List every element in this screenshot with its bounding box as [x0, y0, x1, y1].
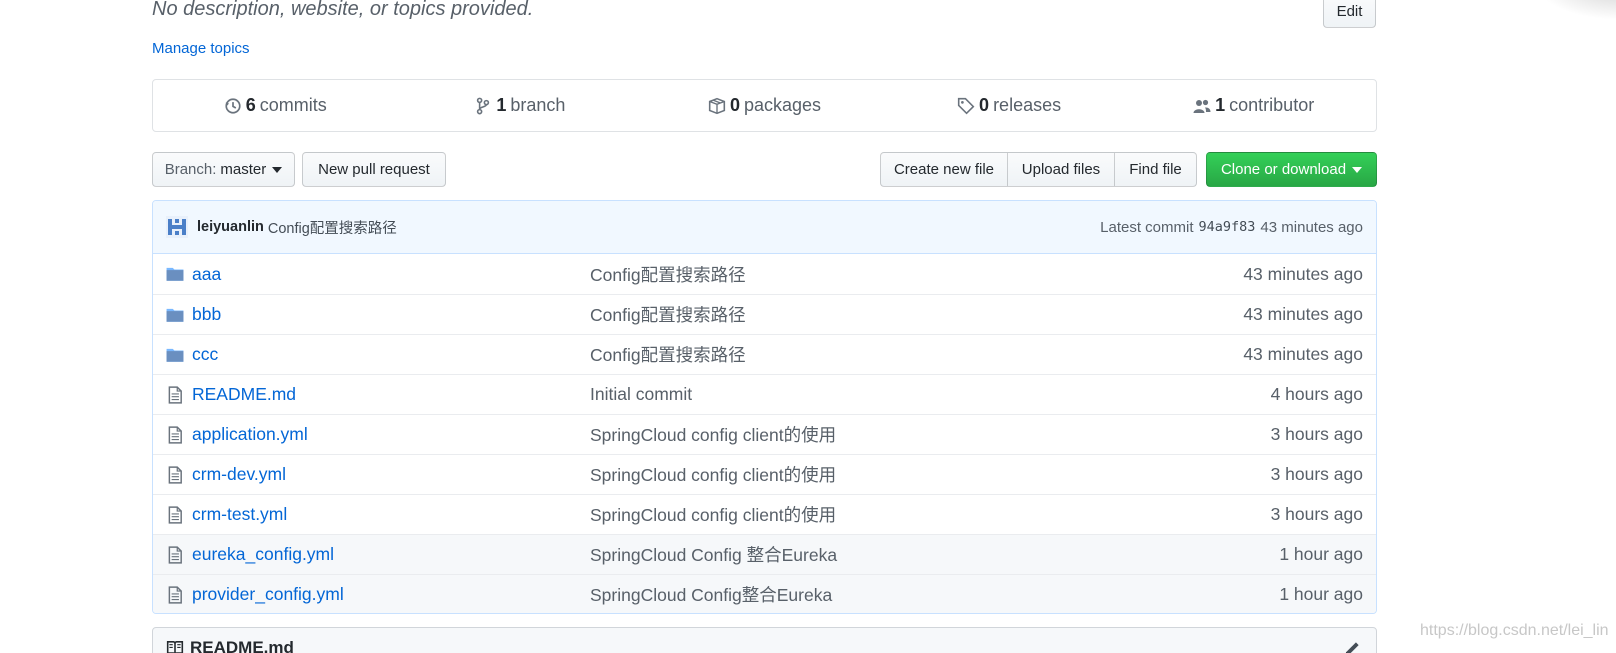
file-commit-message[interactable]: Config配置搜索路径 [590, 262, 746, 287]
commits-label: commits [259, 95, 327, 115]
file-name-link[interactable]: eureka_config.yml [192, 544, 590, 565]
commit-author[interactable]: leiyuanlin [197, 219, 264, 235]
commits-number: 6 [245, 95, 256, 115]
file-age: 1 hour ago [1279, 544, 1363, 564]
file-row[interactable]: eureka_config.yml SpringCloud Config 整合Eu… [153, 534, 1376, 574]
file-name-link[interactable]: crm-dev.yml [192, 464, 590, 485]
branches-count[interactable]: 1 branch [398, 80, 643, 131]
tag-icon [957, 97, 975, 114]
caret-down-icon [1352, 166, 1363, 173]
create-new-file-button[interactable]: Create new file [880, 152, 1008, 187]
releases-number: 0 [979, 95, 990, 115]
file-age: 1 hour ago [1279, 584, 1363, 604]
file-commit-message[interactable]: Config配置搜索路径 [590, 342, 746, 367]
file-age: 43 minutes ago [1243, 344, 1363, 364]
people-icon [1193, 99, 1211, 113]
branch-icon [477, 97, 490, 114]
file-name-link[interactable]: bbb [192, 304, 590, 325]
upload-files-button[interactable]: Upload files [1008, 152, 1115, 187]
contributors-label: contributor [1229, 95, 1315, 115]
file-icon [168, 385, 182, 404]
file-table: leiyuanlin Config配置搜索路径 Latest commit 94… [152, 200, 1377, 614]
branches-number: 1 [496, 95, 507, 115]
file-age: 3 hours ago [1270, 424, 1363, 444]
file-icon [168, 545, 182, 564]
readme-header: README.md [152, 627, 1377, 653]
commit-age: 43 minutes ago [1260, 218, 1363, 236]
file-row[interactable]: crm-test.yml SpringCloud config client的使用… [153, 494, 1376, 534]
file-icon [168, 585, 182, 604]
file-age: 43 minutes ago [1243, 263, 1363, 284]
readme-title-text: README.md [190, 638, 294, 653]
manage-topics-link[interactable]: Manage topics [152, 40, 250, 57]
folder-icon [166, 348, 184, 362]
releases-label: releases [993, 95, 1062, 115]
edit-button[interactable]: Edit [1323, 0, 1376, 28]
file-name-link[interactable]: README.md [192, 384, 590, 405]
watermark: https://blog.csdn.net/lei_lin [1420, 622, 1609, 639]
file-commit-message[interactable]: SpringCloud config client的使用 [590, 462, 836, 487]
new-pull-request-button[interactable]: New pull request [302, 152, 446, 187]
file-name-link[interactable]: application.yml [192, 424, 590, 445]
branch-name: master [220, 161, 267, 178]
file-commit-message[interactable]: SpringCloud config client的使用 [590, 422, 836, 447]
file-row[interactable]: provider_config.yml SpringCloud Config整合E… [153, 574, 1376, 613]
history-icon [225, 97, 241, 114]
file-list: aaa Config配置搜索路径 43 minutes ago bbb Config配置… [153, 254, 1376, 613]
file-age: 3 hours ago [1270, 464, 1363, 484]
releases-count[interactable]: 0 releases [887, 80, 1132, 131]
file-commit-message[interactable]: SpringCloud Config整合Eureka [590, 582, 832, 607]
packages-number: 0 [729, 95, 740, 115]
file-actions-group: Create new file Upload files Find file [880, 152, 1197, 187]
file-age: 3 hours ago [1270, 504, 1363, 524]
file-row[interactable]: README.md Initial commit 4 hours ago [153, 374, 1376, 414]
file-commit-message[interactable]: Initial commit [590, 384, 692, 405]
contributors-count[interactable]: 1 contributor [1131, 80, 1376, 131]
branches-label: branch [510, 95, 566, 115]
book-icon [166, 641, 184, 653]
branch-prefix: Branch: [164, 161, 217, 178]
file-age: 43 minutes ago [1243, 304, 1363, 324]
commit-meta: Latest commit 94a9f83 43 minutes ago [1100, 219, 1363, 236]
file-row[interactable]: aaa Config配置搜索路径 43 minutes ago [153, 254, 1376, 294]
file-icon [168, 465, 182, 484]
file-name-link[interactable]: aaa [192, 264, 590, 285]
folder-icon [166, 308, 184, 322]
file-commit-message[interactable]: Config配置搜索路径 [590, 302, 746, 327]
pencil-icon[interactable] [1343, 640, 1361, 653]
avatar[interactable] [166, 216, 188, 238]
readme-title: README.md [166, 638, 294, 653]
caret-down-icon [272, 166, 283, 173]
contributors-number: 1 [1215, 95, 1226, 115]
latest-commit-bar: leiyuanlin Config配置搜索路径 Latest commit 94… [153, 201, 1376, 254]
file-row[interactable]: crm-dev.yml SpringCloud config client的使用 3… [153, 454, 1376, 494]
commit-sha[interactable]: 94a9f83 [1199, 219, 1256, 235]
commits-count[interactable]: 6 commits [153, 80, 398, 131]
file-row[interactable]: application.yml SpringCloud config client… [153, 414, 1376, 454]
file-name-link[interactable]: ccc [192, 344, 590, 365]
file-commit-message[interactable]: SpringCloud Config 整合Eureka [590, 542, 837, 567]
clone-label: Clone or download [1220, 161, 1347, 178]
packages-label: packages [743, 95, 822, 115]
packages-count[interactable]: 0 packages [642, 80, 887, 131]
file-name-link[interactable]: crm-test.yml [192, 504, 590, 525]
corner-shadow [1536, 0, 1616, 20]
repo-description: No description, website, or topics provi… [152, 0, 534, 20]
folder-icon [166, 267, 184, 281]
package-icon [708, 97, 726, 114]
file-name-link[interactable]: provider_config.yml [192, 584, 590, 605]
file-age: 4 hours ago [1270, 384, 1363, 404]
find-file-button[interactable]: Find file [1115, 152, 1197, 187]
file-row[interactable]: bbb Config配置搜索路径 43 minutes ago [153, 294, 1376, 334]
latest-commit-prefix: Latest commit [1100, 218, 1194, 236]
file-commit-message[interactable]: SpringCloud config client的使用 [590, 502, 836, 527]
commit-message[interactable]: Config配置搜索路径 [268, 217, 397, 238]
clone-or-download-button[interactable]: Clone or download [1206, 152, 1377, 187]
file-icon [168, 425, 182, 444]
numbers-summary: 6 commits 1 branch 0 packages 0 releases… [152, 79, 1377, 132]
file-icon [168, 505, 182, 524]
file-row[interactable]: ccc Config配置搜索路径 43 minutes ago [153, 334, 1376, 374]
branch-select-button[interactable]: Branch: master [152, 152, 295, 187]
